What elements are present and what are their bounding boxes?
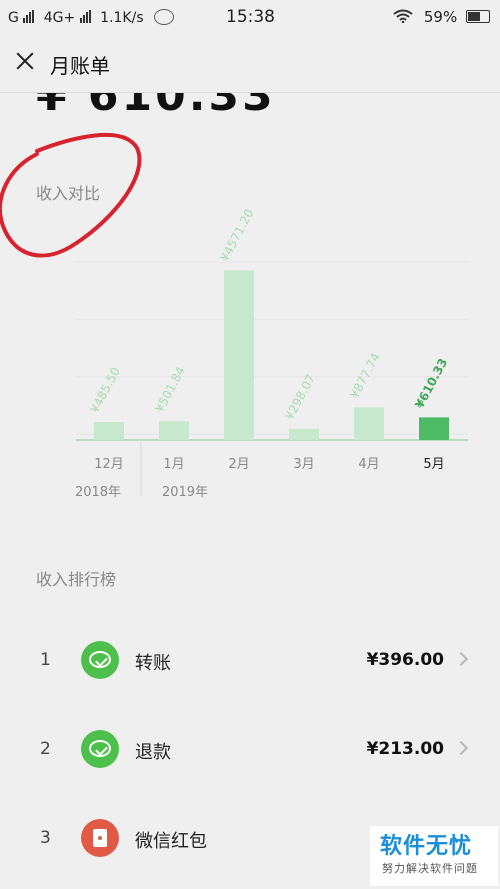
category-label-2: 2月: [228, 457, 249, 472]
rank-number: 1: [40, 650, 51, 670]
wechat-notification-icon: [154, 9, 175, 25]
value-label-5: ¥610.33: [412, 356, 450, 411]
battery-icon: [466, 10, 490, 23]
rank-number: 3: [40, 828, 51, 848]
rank-number: 2: [40, 739, 51, 759]
value-label-0: ¥485.50: [87, 365, 123, 415]
chevron-right-icon: [453, 740, 469, 756]
category-label-1: 1月: [163, 457, 184, 472]
category-label-3: 3月: [293, 457, 314, 472]
bar-2: [224, 270, 254, 440]
watermark-subtitle: 努力解决软件问题: [382, 862, 478, 875]
carrier-label: G: [8, 10, 19, 26]
bar-5: [419, 417, 449, 440]
bar-0: [94, 421, 124, 440]
value-label-3: ¥298.07: [282, 372, 318, 422]
chevron-right-icon: [453, 651, 469, 667]
rank-amount: ¥213.00: [366, 739, 444, 759]
clock: 15:38: [226, 7, 275, 27]
value-label-1: ¥501.84: [152, 364, 188, 414]
battery-percent: 59%: [423, 8, 458, 26]
category-label-5: 5月: [423, 457, 444, 472]
red-packet-icon: [81, 819, 119, 857]
rank-amount: ¥396.00: [366, 650, 444, 670]
category-label-4: 4月: [358, 457, 379, 472]
status-left: G 4G+ 1.1K/s: [8, 9, 175, 27]
nav-bar: 月账单: [0, 36, 500, 93]
rank-name: 退款: [135, 742, 171, 763]
rank-name: 转账: [135, 653, 171, 674]
wechat-refund-icon: [81, 730, 119, 768]
network-label: 4G+: [43, 10, 76, 26]
bar-1: [159, 421, 189, 440]
ranking-item-transfer[interactable]: 1 转账 ¥396.00: [0, 630, 500, 690]
wechat-transfer-icon: [81, 641, 119, 679]
wifi-icon: [393, 9, 413, 24]
page-title: 月账单: [50, 54, 110, 78]
close-icon[interactable]: [14, 50, 36, 72]
rank-name: 微信红包: [135, 831, 207, 852]
year-label-0: 2018年: [75, 485, 121, 500]
watermark-title: 软件无忧: [380, 834, 473, 859]
ranking-title: 收入排行榜: [36, 570, 117, 589]
category-label-0: 12月: [94, 457, 124, 472]
bar-4: [354, 407, 384, 440]
speed-label: 1.1K/s: [100, 10, 144, 26]
red-circle-annotation: [0, 133, 142, 258]
ranking-item-refund[interactable]: 2 退款 ¥213.00: [0, 719, 500, 779]
status-right: 59%: [393, 8, 490, 26]
signal-icon: [79, 10, 92, 27]
value-label-4: ¥877.74: [347, 350, 383, 400]
value-label-2: ¥4571.20: [217, 207, 256, 264]
watermark-logo: 软件无忧 努力解决软件问题: [370, 826, 498, 886]
year-label-1: 2019年: [162, 485, 208, 500]
bar-3: [289, 428, 319, 440]
status-bar: G 4G+ 1.1K/s 15:38 59%: [0, 0, 500, 36]
signal-icon: [23, 10, 35, 27]
